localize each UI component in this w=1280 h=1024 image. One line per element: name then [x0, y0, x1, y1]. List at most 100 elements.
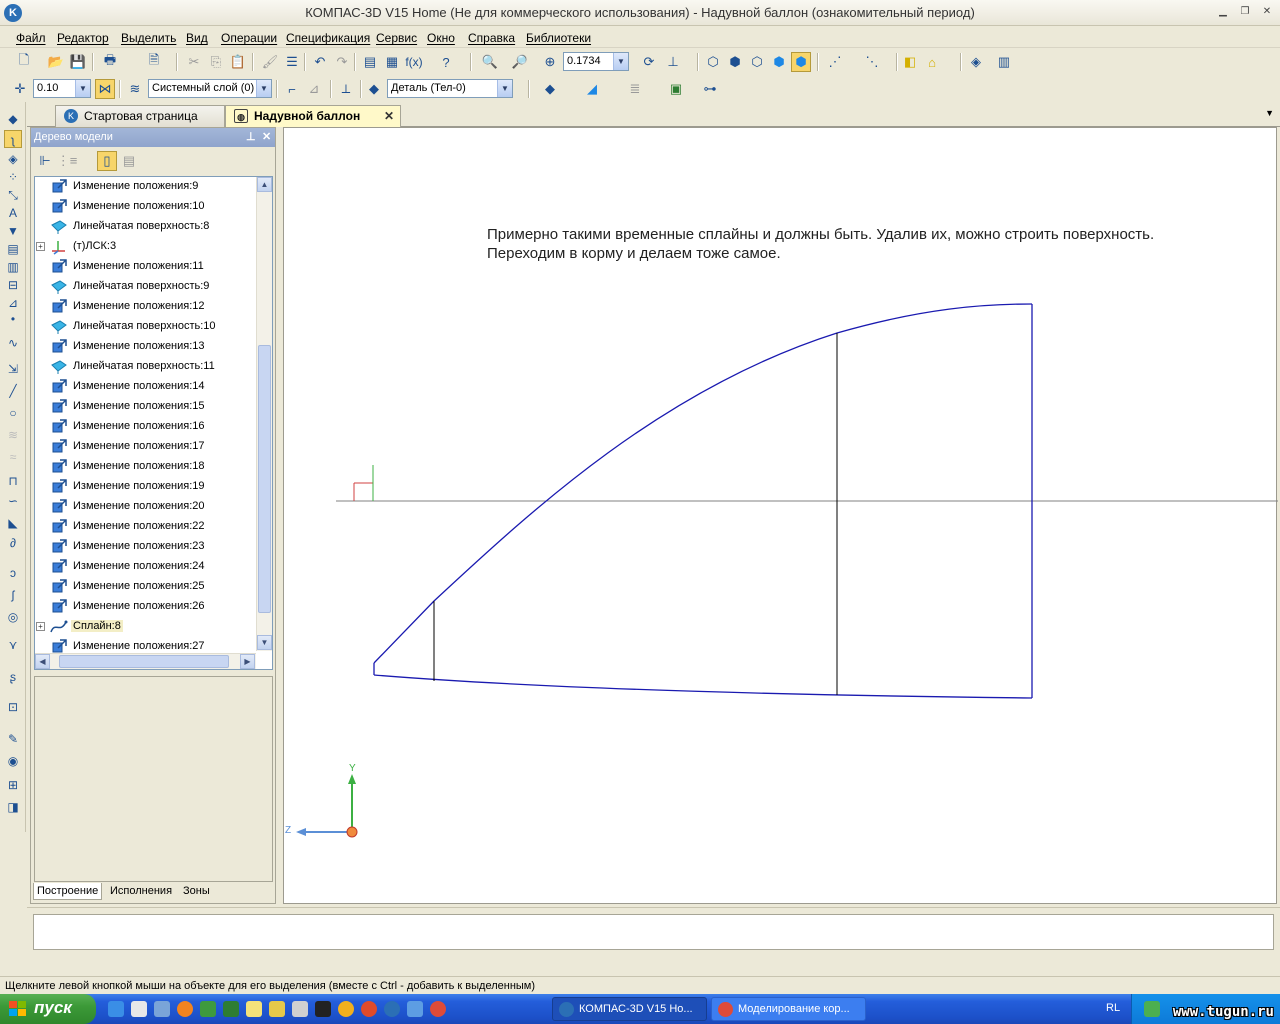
ie-icon[interactable]	[108, 1001, 124, 1017]
chevron-down-icon[interactable]: ▼	[497, 80, 512, 97]
dimension-icon[interactable]: ⊶	[700, 79, 720, 99]
scroll-down-icon[interactable]: ▼	[257, 635, 272, 650]
tree-item[interactable]: Изменение положения:20	[35, 497, 257, 517]
save-icon[interactable]: 💾	[68, 52, 88, 72]
function-icon[interactable]: f(x)	[404, 52, 424, 72]
menu-view[interactable]: Вид	[186, 31, 208, 45]
helix-icon[interactable]: ≋	[4, 426, 22, 444]
close-icon[interactable]: ✕	[1259, 5, 1275, 19]
tree-item[interactable]: Изменение положения:13	[35, 337, 257, 357]
app-green-icon[interactable]	[223, 1001, 239, 1017]
menu-operations[interactable]: Операции	[221, 31, 277, 45]
arrays-icon[interactable]: ⁘	[4, 168, 22, 186]
rotate-icon[interactable]: ⟳	[639, 52, 659, 72]
projection-icon[interactable]: ◎	[4, 608, 22, 626]
wireframe-icon[interactable]: ⬡	[703, 52, 723, 72]
tree-item[interactable]: Линейчатая поверхность:9	[35, 277, 257, 297]
tree-item[interactable]: + Сплайн:8	[35, 617, 257, 637]
open-folder-icon[interactable]: 📂	[46, 52, 66, 72]
shaded-icon[interactable]: ⬢	[769, 52, 789, 72]
tree-item[interactable]: + (т)ЛСК:3	[35, 237, 257, 257]
app-red-icon[interactable]	[361, 1001, 377, 1017]
connect-curve-icon[interactable]: ↄ	[4, 564, 22, 582]
tree-item[interactable]: Изменение положения:12	[35, 297, 257, 317]
surface-style-icon[interactable]: ◢	[582, 79, 602, 99]
menu-help[interactable]: Справка	[468, 31, 515, 45]
hidden-lines-icon[interactable]: ⬢	[725, 52, 745, 72]
tree-vertical-scrollbar[interactable]: ▲ ▼	[256, 177, 272, 651]
menu-specification[interactable]: Спецификация	[286, 31, 370, 45]
orthogonal-icon[interactable]: ⟂	[336, 79, 356, 99]
expand-icon[interactable]: +	[36, 622, 45, 631]
part-icon[interactable]: ◆	[364, 79, 384, 99]
help-pointer-icon[interactable]: ?	[436, 52, 456, 72]
new-document-icon[interactable]: 🗋	[14, 52, 34, 72]
menu-file[interactable]: Файл	[16, 31, 46, 45]
house-icon[interactable]: ⌂	[922, 52, 942, 72]
point-icon[interactable]: •	[4, 310, 22, 328]
tabs-menu-chevron-icon[interactable]: ▼	[1265, 108, 1274, 118]
tab-inflatable-balloon[interactable]: ◍ Надувной баллон ✕	[225, 105, 401, 127]
zoom-in-icon[interactable]: ⊕	[540, 52, 560, 72]
app-blue-icon[interactable]	[407, 1001, 423, 1017]
tree-item[interactable]: Изменение положения:24	[35, 557, 257, 577]
tab-construction[interactable]: Построение	[33, 883, 103, 900]
segment-icon[interactable]: ╱	[4, 382, 22, 400]
scroll-thumb-horizontal[interactable]	[59, 655, 229, 668]
close-panel-icon[interactable]: ✕	[262, 130, 271, 143]
kompas-quicklaunch-icon[interactable]	[384, 1001, 400, 1017]
tab-versions[interactable]: Исполнения	[107, 883, 175, 900]
undo-icon[interactable]: ↶	[310, 52, 330, 72]
model-library-icon[interactable]: ◨	[4, 798, 22, 816]
network-icon[interactable]	[154, 1001, 170, 1017]
filter-select-icon[interactable]: ▼	[4, 222, 22, 240]
minimize-icon[interactable]: ▁	[1215, 5, 1231, 19]
scroll-right-icon[interactable]: ▶	[240, 654, 255, 669]
pin-icon[interactable]: ⊥	[246, 130, 256, 143]
measure-icon[interactable]: A	[4, 204, 22, 222]
mesh-icon[interactable]: ◉	[4, 752, 22, 770]
start-button[interactable]: пуск	[0, 994, 96, 1024]
local-cs-icon[interactable]: ⌐	[282, 79, 302, 99]
orientation-icon[interactable]: ⊥	[663, 52, 683, 72]
surfaces-icon[interactable]: ◈	[4, 150, 22, 168]
chevron-down-icon[interactable]: ▼	[613, 53, 628, 70]
filter-icon[interactable]: ⋰	[825, 52, 845, 72]
variables-icon[interactable]: ▦	[382, 52, 402, 72]
tree-structure-icon[interactable]: ⊩	[35, 151, 55, 171]
cube-yellow-icon[interactable]: ◧	[900, 52, 920, 72]
task-kompas[interactable]: КОМПАС-3D V15 Ho...	[552, 997, 707, 1021]
chevron-down-icon[interactable]: ▼	[75, 80, 90, 97]
print-icon[interactable]: 🖶	[100, 52, 120, 72]
tree-horizontal-scrollbar[interactable]: ◀ ▶	[35, 653, 256, 669]
aux-geometry-icon[interactable]: ⤡	[4, 186, 22, 204]
language-indicator[interactable]: RL	[1106, 1002, 1120, 1014]
intersection-icon[interactable]: ⋎	[4, 636, 22, 654]
reports-icon[interactable]: ▥	[4, 258, 22, 276]
tree-item[interactable]: Изменение положения:25	[35, 577, 257, 597]
properties-icon[interactable]: 🖌	[260, 52, 280, 72]
chrome-icon[interactable]	[430, 1001, 446, 1017]
menu-window[interactable]: Окно	[427, 31, 455, 45]
layers-gray-icon[interactable]: ≣	[625, 79, 645, 99]
polyline-icon[interactable]: ⊓	[4, 472, 22, 490]
scroll-up-icon[interactable]: ▲	[257, 177, 272, 192]
tools-icon[interactable]: ✎	[4, 730, 22, 748]
manager-icon[interactable]: ▤	[360, 52, 380, 72]
tree-item[interactable]: Линейчатая поверхность:10	[35, 317, 257, 337]
task-browser[interactable]: Моделирование кор...	[711, 997, 866, 1021]
tree-item[interactable]: Изменение положения:26	[35, 597, 257, 617]
tree-item[interactable]: Изменение положения:9	[35, 177, 257, 197]
surface-edit-icon[interactable]: ⊞	[4, 776, 22, 794]
list-icon[interactable]: ☰	[282, 52, 302, 72]
import-icon[interactable]: ⇲	[4, 360, 22, 378]
edit-part-icon[interactable]: ◆	[4, 110, 22, 128]
tree-item[interactable]: Изменение положения:18	[35, 457, 257, 477]
menu-libraries[interactable]: Библиотеки	[526, 31, 591, 45]
chevron-down-icon[interactable]: ▼	[256, 80, 271, 97]
edit-cs-icon[interactable]: ⊿	[304, 79, 324, 99]
menu-select[interactable]: Выделить	[121, 31, 176, 45]
spline-tool-icon[interactable]: ∽	[4, 492, 22, 510]
scroll-thumb[interactable]	[258, 345, 271, 613]
specification-icon[interactable]: ▤	[4, 240, 22, 258]
